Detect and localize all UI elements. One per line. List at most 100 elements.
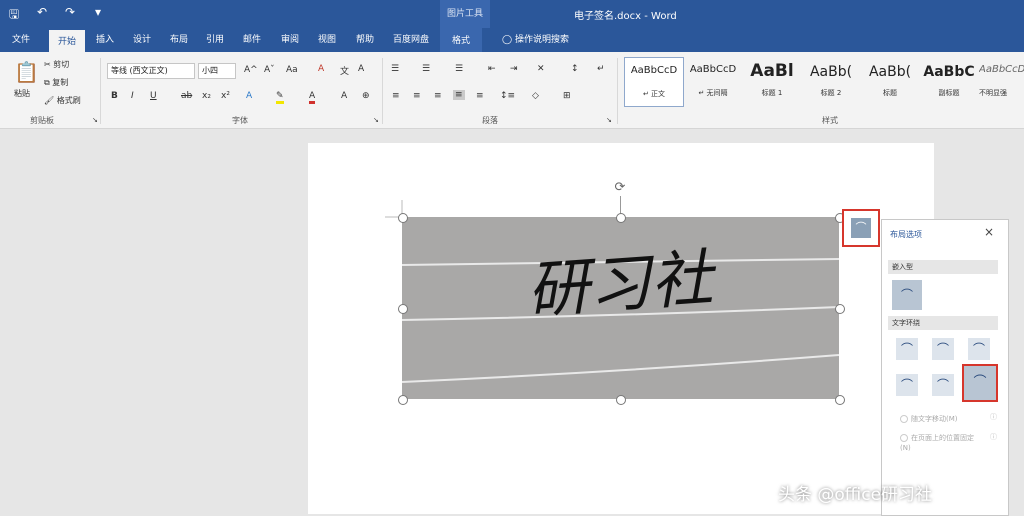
tab-layout[interactable]: 布局 — [170, 32, 188, 45]
bullets-icon[interactable]: ☰ — [391, 64, 399, 74]
multilevel-list-icon[interactable]: ☰ — [455, 64, 463, 74]
tab-baidu-netdisk[interactable]: 百度网盘 — [393, 32, 429, 45]
clear-format-icon[interactable]: A — [318, 64, 324, 74]
wrap-through-option[interactable]: ⌒ — [968, 338, 990, 360]
align-left-icon[interactable]: ≡ — [392, 91, 400, 101]
layout-options-button[interactable]: ⌒ — [842, 209, 880, 247]
line-spacing-icon[interactable]: ↕≡ — [500, 91, 515, 101]
font-launcher-icon[interactable]: ↘ — [373, 116, 379, 124]
fix-position-radio[interactable]: 在页面上的位置固定(N) — [900, 433, 978, 453]
bold-icon[interactable]: B — [111, 91, 118, 101]
asian-layout-icon[interactable]: ✕ — [537, 64, 545, 74]
ribbon-divider — [617, 58, 618, 124]
font-size-box[interactable]: 小四 — [198, 63, 236, 79]
underline-icon[interactable]: U — [150, 91, 157, 101]
style-name: 标题 2 — [820, 89, 842, 97]
close-icon[interactable]: × — [984, 225, 994, 239]
signature-image[interactable]: 研习社 — [402, 217, 839, 399]
decrease-indent-icon[interactable]: ⇤ — [488, 64, 496, 74]
paste-icon[interactable]: 📋 — [14, 60, 39, 84]
shading-icon[interactable]: ◇ — [532, 91, 539, 101]
char-shading-icon[interactable]: A — [341, 91, 347, 101]
resize-handle-top[interactable] — [616, 213, 626, 223]
redo-icon[interactable]: ↷ — [62, 5, 78, 26]
resize-handle-bottom-right[interactable] — [835, 395, 845, 405]
qat-more-icon[interactable]: ▾ — [90, 5, 106, 26]
tab-format[interactable]: 格式 — [440, 28, 483, 52]
font-group-label: 字体 — [232, 116, 248, 125]
style-normal[interactable]: AaBbCcD ↵ 正文 — [624, 57, 684, 107]
resize-handle-top-left[interactable] — [398, 213, 408, 223]
wrap-top-bottom-option[interactable]: ⌒ — [896, 374, 918, 396]
resize-handle-right[interactable] — [835, 304, 845, 314]
tab-view[interactable]: 视图 — [318, 32, 336, 45]
phonetic-guide-icon[interactable]: 文 — [340, 64, 349, 77]
tell-me-search[interactable]: ◯ 操作说明搜索 — [502, 32, 569, 45]
tab-home[interactable]: 开始 — [49, 30, 86, 53]
change-case-icon[interactable]: Aa — [286, 65, 298, 75]
italic-icon[interactable]: I — [131, 91, 134, 101]
cut-button[interactable]: ✂ 剪切 — [44, 59, 69, 70]
scissors-icon: ✂ — [44, 60, 54, 69]
tab-file[interactable]: 文件 — [12, 32, 30, 45]
resize-handle-bottom[interactable] — [616, 395, 626, 405]
superscript-icon[interactable]: x² — [221, 91, 230, 101]
subscript-icon[interactable]: x₂ — [202, 91, 211, 101]
style-sample: AaBbCcD — [630, 65, 678, 76]
strikethrough-icon[interactable]: ab — [181, 91, 192, 101]
numbering-icon[interactable]: ☰ — [422, 64, 430, 74]
align-center-icon[interactable]: ≡ — [413, 91, 421, 101]
tab-references[interactable]: 引用 — [206, 32, 224, 45]
highlight-icon[interactable]: ✎ — [276, 91, 284, 104]
wrap-behind-text-option[interactable]: ⌒ — [932, 374, 954, 396]
style-sample: AaBbCcD — [979, 64, 1024, 75]
shrink-font-icon[interactable]: Aˇ — [264, 65, 275, 75]
radio-dot — [900, 434, 908, 442]
layout-options-icon: ⌒ — [851, 218, 871, 238]
clipboard-launcher-icon[interactable]: ↘ — [92, 116, 98, 124]
style-name: ↵ 无间隔 — [698, 89, 728, 97]
sort-icon[interactable]: ↕ — [571, 64, 579, 74]
format-painter-button[interactable]: 🖌 格式刷 — [44, 95, 81, 106]
grow-font-icon[interactable]: A^ — [244, 65, 258, 75]
show-marks-icon[interactable]: ↵ — [597, 64, 605, 74]
copy-button[interactable]: ⧉ 复制 — [44, 77, 68, 88]
paragraph-launcher-icon[interactable]: ↘ — [606, 116, 612, 124]
tab-insert[interactable]: 插入 — [96, 32, 114, 45]
resize-handle-left[interactable] — [398, 304, 408, 314]
text-effects-icon[interactable]: A — [246, 91, 252, 101]
justify-icon[interactable]: ≡ — [453, 90, 465, 100]
font-name-box[interactable]: 等线 (西文正文) — [107, 63, 195, 79]
wrap-tight-option[interactable]: ⌒ — [932, 338, 954, 360]
tab-help[interactable]: 帮助 — [356, 32, 374, 45]
style-heading-2[interactable]: AaBb( 标题 2 — [802, 57, 860, 105]
rotate-handle-icon[interactable]: ⟳ — [612, 180, 628, 196]
inline-with-text-option[interactable]: ⌒ — [892, 280, 922, 310]
paste-button[interactable]: 粘贴 — [14, 88, 30, 99]
tab-mailings[interactable]: 邮件 — [243, 32, 261, 45]
enclose-char-icon[interactable]: ⊕ — [362, 91, 370, 101]
radio-dot — [900, 415, 908, 423]
save-icon[interactable]: 🖫 — [6, 5, 22, 26]
resize-handle-bottom-left[interactable] — [398, 395, 408, 405]
inline-section-header: 嵌入型 — [888, 260, 998, 274]
undo-icon[interactable]: ↶ — [34, 5, 50, 26]
move-with-text-radio[interactable]: 随文字移动(M) — [900, 414, 958, 424]
style-subtle-emphasis[interactable]: AaBbCcD 不明显强 — [979, 57, 1024, 105]
font-color-icon[interactable]: A — [309, 91, 316, 104]
wrap-in-front-of-text-option[interactable]: ⌒ — [962, 364, 998, 402]
borders-icon[interactable]: ⊞ — [563, 91, 571, 101]
style-heading-1[interactable]: AaBl 标题 1 — [743, 57, 801, 105]
tab-review[interactable]: 审阅 — [281, 32, 299, 45]
style-title[interactable]: AaBb( 标题 — [861, 57, 919, 105]
style-no-spacing[interactable]: AaBbCcD ↵ 无间隔 — [684, 57, 742, 105]
increase-indent-icon[interactable]: ⇥ — [510, 64, 518, 74]
style-sample: AaBl — [750, 61, 794, 81]
align-right-icon[interactable]: ≡ — [434, 91, 442, 101]
char-border-icon[interactable]: A — [358, 64, 364, 74]
distributed-icon[interactable]: ≡ — [476, 91, 484, 101]
style-subtitle[interactable]: AaBbC 副标题 — [920, 57, 978, 105]
style-sample: AaBb( — [868, 64, 912, 80]
wrap-square-option[interactable]: ⌒ — [896, 338, 918, 360]
tab-design[interactable]: 设计 — [133, 32, 151, 45]
